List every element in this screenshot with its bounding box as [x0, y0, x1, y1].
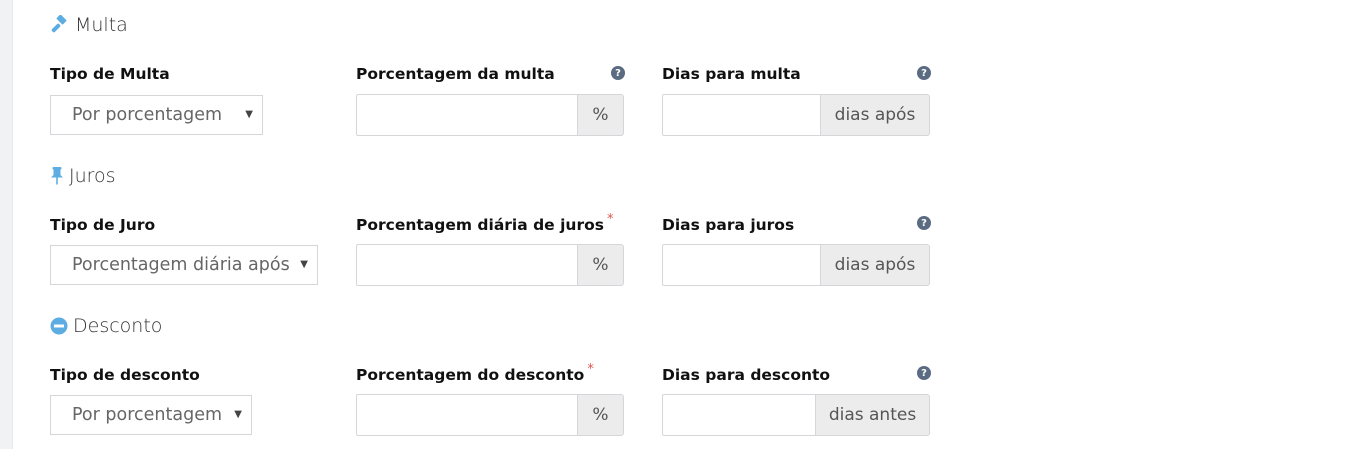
- select-value: Porcentagem diária após: [72, 255, 290, 275]
- section-title-text: Juros: [69, 165, 116, 187]
- percent-addon: %: [578, 244, 624, 286]
- required-marker: *: [587, 362, 594, 377]
- section-title-desconto: Desconto: [50, 314, 162, 338]
- porcentagem-juros-input[interactable]: [356, 244, 578, 286]
- dias-desconto-input[interactable]: [662, 394, 816, 436]
- required-marker: *: [606, 212, 614, 227]
- tipo-desconto-label: Tipo de desconto: [50, 366, 200, 384]
- tipo-multa-label: Tipo de Multa: [50, 65, 170, 83]
- help-icon[interactable]: ?: [917, 216, 931, 230]
- chevron-down-icon: ▼: [300, 259, 308, 270]
- tipo-desconto-select[interactable]: Por porcentagem ▼: [50, 395, 252, 435]
- help-icon[interactable]: ?: [611, 66, 625, 80]
- tipo-multa-select[interactable]: Por porcentagem ▼: [50, 95, 263, 135]
- dias-apos-addon: dias após: [821, 244, 930, 286]
- percent-addon: %: [578, 94, 624, 136]
- help-icon[interactable]: ?: [917, 366, 931, 380]
- select-value: Por porcentagem: [72, 105, 223, 125]
- dias-apos-addon: dias após: [821, 94, 930, 136]
- dias-desconto-label: Dias para desconto: [662, 366, 831, 384]
- tipo-juro-label: Tipo de Juro: [50, 216, 156, 234]
- select-value: Por porcentagem: [72, 405, 223, 425]
- section-title-multa: Multa: [50, 13, 128, 37]
- gavel-icon: [50, 15, 70, 35]
- dias-juros-input[interactable]: [662, 244, 821, 286]
- section-title-juros: Juros: [50, 164, 116, 188]
- porcentagem-desconto-label: Porcentagem do desconto *: [356, 362, 594, 384]
- tipo-juro-select[interactable]: Porcentagem diária após ▼: [50, 245, 318, 285]
- percent-addon: %: [578, 394, 624, 436]
- section-title-text: Desconto: [73, 315, 163, 337]
- chevron-down-icon: ▼: [234, 409, 242, 420]
- porcentagem-multa-input[interactable]: [356, 94, 578, 136]
- dias-antes-addon: dias antes: [816, 394, 930, 436]
- dias-multa-input[interactable]: [662, 94, 821, 136]
- sidebar-edge: [0, 0, 13, 449]
- porcentagem-multa-label: Porcentagem da multa: [356, 65, 555, 83]
- porcentagem-juros-label: Porcentagem diária de juros *: [356, 212, 613, 234]
- dias-juros-label: Dias para juros: [662, 216, 795, 234]
- section-title-text: Multa: [75, 14, 128, 36]
- label-text: Porcentagem do desconto: [356, 366, 585, 384]
- minus-circle-icon: [50, 317, 68, 335]
- label-text: Porcentagem diária de juros: [356, 216, 604, 234]
- chevron-down-icon: ▼: [245, 109, 253, 120]
- porcentagem-desconto-input[interactable]: [356, 394, 578, 436]
- pushpin-icon: [50, 166, 64, 186]
- help-icon[interactable]: ?: [917, 66, 931, 80]
- dias-multa-label: Dias para multa: [662, 65, 801, 83]
